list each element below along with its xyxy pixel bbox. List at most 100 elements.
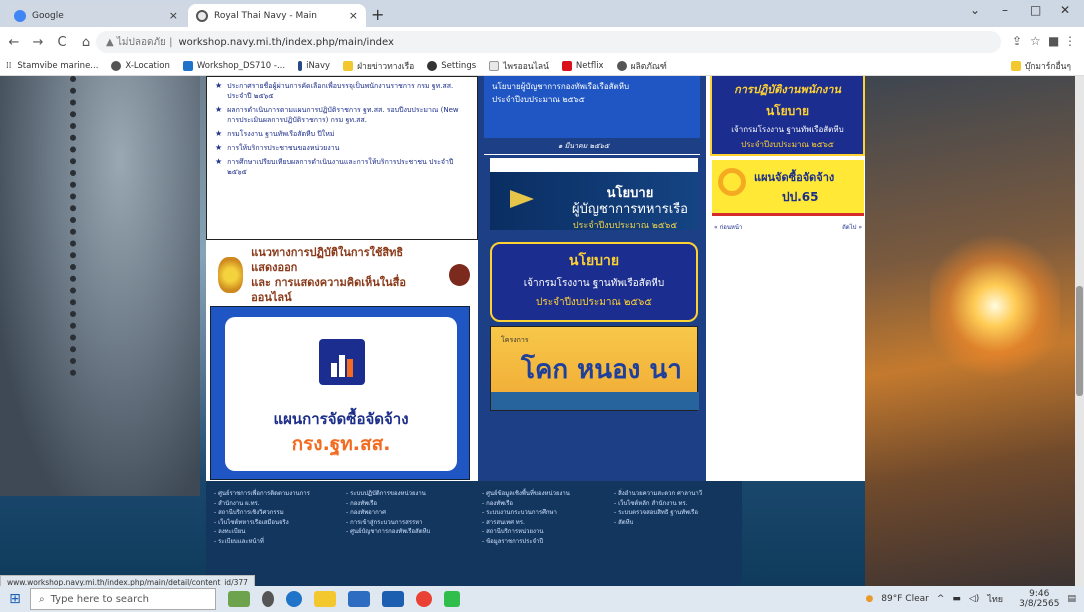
footer-link[interactable]: - ศูนย์บัญชาการกองทัพเรือสัตหีบ — [346, 527, 471, 537]
footer-link[interactable]: - สถานีบริการเชิงวิศวกรรม — [214, 508, 339, 518]
tab-strip: Google × Royal Thai Navy - Main × + ⌄ – … — [0, 0, 1084, 27]
policy-title: นโยบาย — [765, 104, 810, 118]
forward-button[interactable]: → — [28, 35, 48, 50]
home-button[interactable]: ⌂ — [76, 35, 96, 50]
footer-link[interactable]: - สารสนเทศ ทร. — [482, 518, 607, 528]
footer-link[interactable]: - ระบบตรวจสอบสิทธิ ฐานทัพเรือ — [614, 508, 739, 518]
task-view-icon[interactable] — [262, 591, 274, 607]
store-icon[interactable] — [348, 591, 370, 607]
footer-link[interactable]: - สิ่งอำนวยความสะดวก ศาลานาวี — [614, 489, 739, 499]
welding-sparks — [930, 226, 1060, 386]
tab-search-chevron-icon[interactable]: ⌄ — [970, 3, 980, 17]
close-window-button[interactable]: ✕ — [1060, 3, 1070, 17]
dept-policy-banner[interactable]: นโยบาย เจ้ากรมโรงงาน ฐานทัพเรือสัตหีบ ปร… — [490, 242, 698, 322]
footer-link[interactable]: - สถานีบริการหน่วยงาน — [482, 527, 607, 537]
bar-chart-icon — [319, 339, 365, 385]
edge-icon[interactable] — [286, 591, 302, 607]
footer-link[interactable]: - สำนักงาน ผ.ทร. — [214, 499, 339, 509]
bookmark-item[interactable]: iNavy — [298, 61, 330, 71]
footer-link[interactable]: - เว็บไซต์ทหารเรือเสมือนจริง — [214, 518, 339, 528]
address-bar[interactable]: ▲ ไม่ปลอดภัย | workshop.navy.mi.th/index… — [96, 31, 1001, 53]
plan-title: แผนจัดซื้อจัดจ้าง — [754, 171, 835, 184]
bookmark-item[interactable]: Workshop_DS710 -... — [182, 61, 285, 71]
vertical-scrollbar[interactable] — [1075, 76, 1084, 586]
prev-link[interactable]: « ก่อนหน้า — [714, 222, 742, 232]
apps-icon[interactable]: ⁞⁞ — [6, 61, 11, 71]
windows-taskbar: ⊞ ⌕ Type here to search ● 89°F Clear ^ ▬… — [0, 586, 1084, 612]
star-icon: ★ — [215, 105, 223, 114]
bookmark-item[interactable]: ผลิตภัณฑ์ — [616, 59, 667, 73]
new-tab-button[interactable]: + — [371, 5, 384, 24]
khok-nong-na-project-banner[interactable]: โครงการ โคก หนอง นา — [490, 326, 699, 411]
bookmark-item[interactable]: Settings — [427, 61, 476, 71]
back-button[interactable]: ← — [4, 35, 24, 50]
right-policy-banner[interactable]: การปฏิบัติงานพนักงาน นโยบาย เจ้ากรมโรงงา… — [710, 76, 865, 156]
tab-google[interactable]: Google × — [6, 4, 186, 27]
file-explorer-icon[interactable] — [314, 591, 336, 607]
footer-link[interactable]: - ระบบงานกระบวนการศึกษา — [482, 508, 607, 518]
other-bookmarks[interactable]: บุ๊กมาร์กอื่นๆ — [1010, 59, 1071, 73]
footer-link[interactable]: - กองทัพเรือ — [482, 499, 607, 509]
procurement-plan-65-banner[interactable]: แผนจัดซื้อจัดจ้าง ปป.65 — [712, 160, 864, 216]
policy-subtitle: เจ้ากรมโรงงาน ฐานทัพเรือสัตหีบ — [523, 278, 665, 289]
weather-text[interactable]: 89°F Clear — [881, 594, 929, 604]
menu-icon[interactable]: ⋮ — [1064, 34, 1076, 48]
tray-chevron-icon[interactable]: ^ — [937, 594, 945, 604]
close-tab-icon[interactable]: × — [169, 9, 178, 22]
news-item[interactable]: ★ ผลการดำเนินการตามแผนการปฏิบัติราชการ ฐท… — [215, 105, 469, 125]
divider — [484, 154, 700, 155]
footer-link[interactable]: - ระบบปฏิบัติการของหน่วยงาน — [346, 489, 471, 499]
expression-rights-banner[interactable]: แนวทางการปฏิบัติในการใช้สิทธิแสดงออก และ… — [210, 246, 470, 304]
procurement-plan-banner[interactable]: แผนการจัดซื้อจัดจ้าง กรง.ฐท.สส. — [210, 306, 470, 480]
footer-link[interactable]: - ระเบียบและหน้าที่ — [214, 537, 339, 547]
footer-link[interactable]: - ลงทะเบียน — [214, 527, 339, 537]
footer-link[interactable]: - ข้อมูลราชการประจำปี — [482, 537, 607, 547]
bookmark-item[interactable]: X-Location — [111, 61, 170, 71]
footer-link[interactable]: - กองทัพอากาศ — [346, 508, 471, 518]
network-icon[interactable]: ▬ — [952, 594, 961, 604]
navy-commander-policy-banner[interactable]: นโยบาย ผู้บัญชาการทหารเรือ ประจำปีงบประม… — [490, 158, 698, 231]
footer-link[interactable]: - ศูนย์ข้อมูลเชิงพื้นที่ของหน่วยงาน — [482, 489, 607, 499]
news-item[interactable]: ★ ประกาศรายชื่อผู้ผ่านการคัดเลือกเพื่อบรร… — [215, 81, 469, 101]
clock[interactable]: 9:46 3/8/2565 — [1011, 589, 1059, 609]
language-indicator[interactable]: ไทย — [987, 592, 1003, 606]
mail-icon[interactable] — [382, 591, 404, 607]
tab-royal-thai-navy[interactable]: Royal Thai Navy - Main × — [188, 4, 366, 27]
notification-icon[interactable]: ▤ — [1067, 594, 1076, 604]
close-tab-icon[interactable]: × — [349, 9, 358, 22]
bookmark-item[interactable]: Stamvibe marine... — [17, 61, 98, 71]
line-icon[interactable] — [444, 591, 460, 607]
footer-link[interactable]: - กองทัพเรือ — [346, 499, 471, 509]
footer-link[interactable]: - เว็บไซต์หลัก สำนักงาน ทร. — [614, 499, 739, 509]
chat-bubble-icon — [448, 264, 470, 286]
footer-link[interactable]: - ศูนย์ราชการเพื่อการติดตามงานการ — [214, 489, 339, 499]
chrome-icon[interactable] — [416, 591, 432, 607]
windows-start-icon[interactable]: ⊞ — [0, 591, 30, 607]
footer-link[interactable]: - สัตหีบ — [614, 518, 739, 528]
bookmark-item[interactable]: ไพรออนไลน์ — [489, 59, 549, 73]
emblem-icon — [218, 257, 244, 293]
footer-col-4: - สิ่งอำนวยความสะดวก ศาลานาวี - เว็บไซต์… — [614, 489, 739, 527]
maximize-button[interactable]: □ — [1030, 3, 1041, 17]
bookmark-item[interactable]: ฝ่ายข่าวทางเรือ — [343, 59, 414, 73]
news-item[interactable]: ★ การให้บริการประชาชนของหน่วยงาน — [215, 143, 469, 153]
site-icon — [298, 61, 303, 71]
news-item[interactable]: ★ การศึกษาเปรียบเทียบผลการดำเนินงานและการ… — [215, 157, 469, 177]
volume-icon[interactable]: ◁) — [969, 594, 979, 604]
minimize-button[interactable]: – — [1002, 3, 1008, 17]
bookmark-item[interactable]: Netflix — [561, 61, 604, 71]
news-widget-icon[interactable] — [228, 591, 250, 607]
mid-top-banner[interactable]: นโยบายผู้บัญชาการกองทัพเรือเรือสัตหีบ ปร… — [484, 76, 700, 138]
chain-decoration — [70, 76, 110, 376]
extensions-icon[interactable]: ■ — [1048, 34, 1059, 48]
next-link[interactable]: ถัดไป » — [842, 222, 862, 232]
reload-button[interactable]: C — [52, 35, 72, 50]
folder-icon — [343, 61, 354, 71]
scroll-thumb[interactable] — [1076, 286, 1083, 396]
taskbar-search[interactable]: ⌕ Type here to search — [30, 588, 216, 610]
news-item[interactable]: ★ กรมโรงงาน ฐานทัพเรือสัตหีบ ปีใหม่ — [215, 129, 469, 139]
star-icon[interactable]: ☆ — [1030, 34, 1041, 48]
policy-year: ประจำปีงบประมาณ ๒๕๖๕ — [572, 221, 678, 231]
footer-link[interactable]: - การเข้าสู่กระบวนการสรรหา — [346, 518, 471, 528]
share-icon[interactable]: ⇪ — [1012, 34, 1022, 48]
